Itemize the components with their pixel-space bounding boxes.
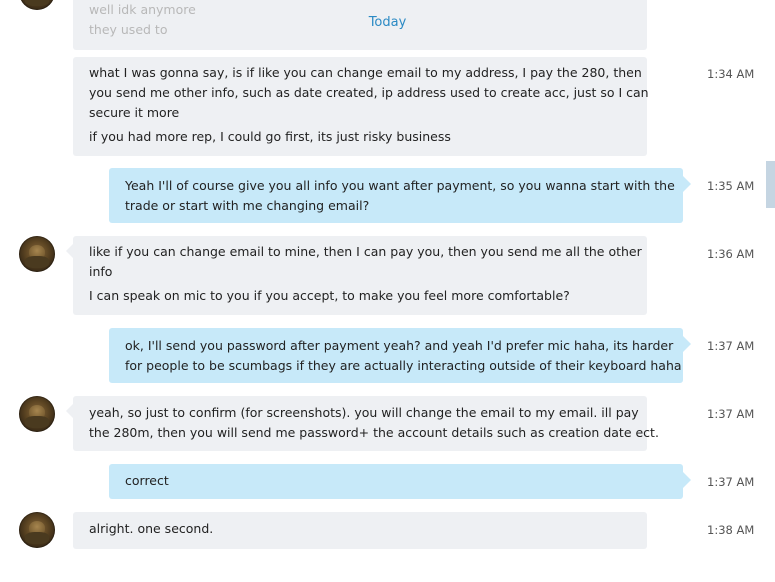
message-text: you send me other info, such as date cre…	[89, 85, 649, 100]
message-text: secure it more	[89, 105, 180, 120]
bubble-tail	[683, 472, 691, 488]
message-text: trade or start with me changing email?	[125, 198, 370, 213]
outgoing-message-bubble[interactable]: correct	[109, 464, 691, 499]
incoming-message-bubble[interactable]: like if you can change email to mine, th…	[66, 236, 647, 315]
incoming-message-bubble[interactable]: what I was gonna say, is if like you can…	[73, 57, 649, 156]
incoming-message-bubble[interactable]: alright. one second.	[73, 512, 647, 549]
message-timestamp: 1:34 AM	[707, 67, 755, 81]
outgoing-message-bubble[interactable]: Yeah I'll of course give you all info yo…	[109, 168, 691, 223]
incoming-message-bubble[interactable]: yeah, so just to confirm (for screenshot…	[66, 396, 659, 451]
message-text: like if you can change email to mine, th…	[89, 244, 642, 259]
contact-avatar[interactable]	[19, 0, 55, 10]
message-text: I can speak on mic to you if you accept,…	[89, 288, 570, 303]
contact-avatar[interactable]	[19, 396, 55, 432]
bubble-tail	[66, 404, 73, 418]
message-text: what I was gonna say, is if like you can…	[89, 65, 642, 80]
message-text: if you had more rep, I could go first, i…	[89, 129, 451, 144]
day-separator: Today	[368, 15, 407, 30]
message-text: for people to be scumbags if they are ac…	[125, 358, 682, 373]
message-text: Yeah I'll of course give you all info yo…	[125, 178, 675, 193]
contact-avatar[interactable]	[19, 512, 55, 548]
bubble-tail	[66, 244, 73, 258]
message-text: the 280m, then you will send me password…	[89, 425, 659, 440]
message-timestamp: 1:37 AM	[707, 407, 755, 421]
outgoing-message-bubble[interactable]: ok, I'll send you password after payment…	[109, 328, 691, 383]
bubble-tail	[683, 176, 691, 192]
message-text: info	[89, 264, 113, 279]
message-text: yeah, so just to confirm (for screenshot…	[89, 405, 639, 420]
message-timestamp: 1:37 AM	[707, 339, 755, 353]
scrollbar-thumb[interactable]	[766, 161, 775, 208]
message-text: ok, I'll send you password after payment…	[125, 338, 674, 353]
message-timestamp: 1:37 AM	[707, 475, 755, 489]
message-timestamp: 1:38 AM	[707, 523, 755, 537]
message-text: correct	[125, 473, 169, 488]
message-text: alright. one second.	[89, 521, 214, 536]
message-timestamp: 1:35 AM	[707, 179, 755, 193]
message-timestamp: 1:36 AM	[707, 247, 755, 261]
contact-avatar[interactable]	[19, 236, 55, 272]
bubble-tail	[683, 336, 691, 352]
